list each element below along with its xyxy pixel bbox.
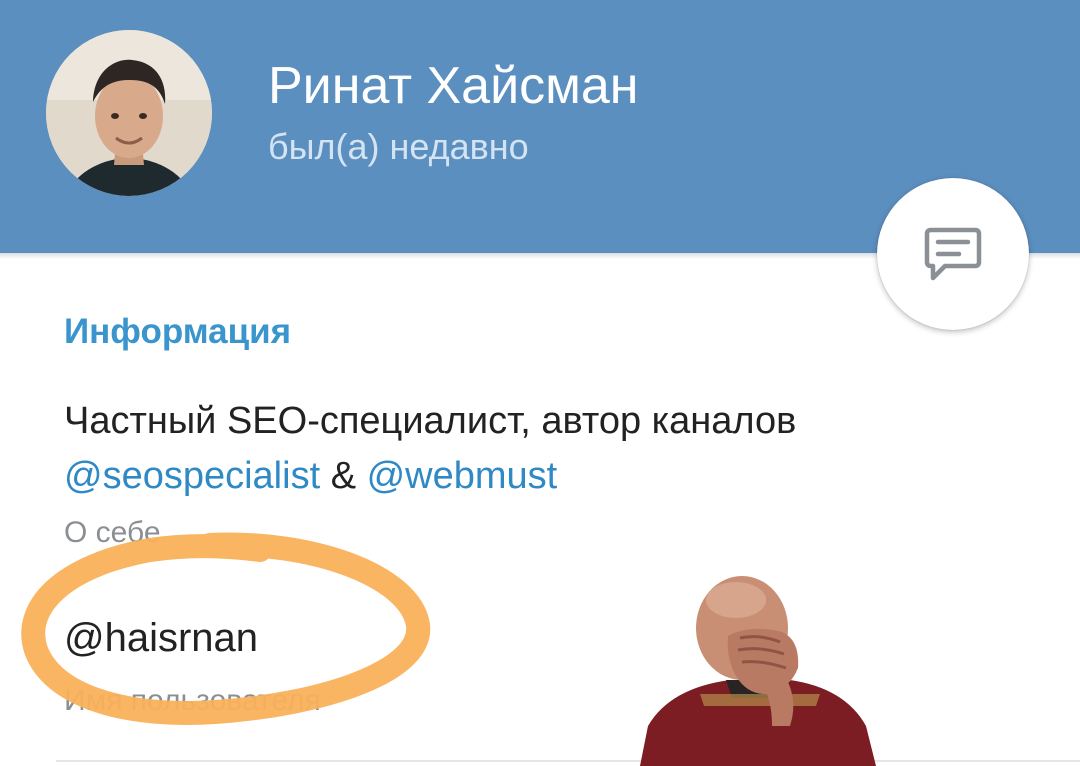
info-section-title: Информация [64, 312, 292, 351]
divider [56, 760, 1080, 762]
profile-name: Ринат Хайсман [268, 57, 639, 115]
username-caption: Имя пользователя [64, 684, 321, 717]
bio-caption: О себе [64, 516, 161, 549]
bio-text: Частный SEO-специалист, автор каналов @s… [64, 394, 1024, 504]
message-icon [924, 227, 982, 281]
avatar[interactable] [46, 30, 212, 196]
send-message-button[interactable] [877, 178, 1029, 330]
channel-link-seospecialist[interactable]: @seospecialist [64, 455, 320, 497]
profile-screen: Ринат Хайсман был(а) недавно Информация … [0, 0, 1080, 766]
last-seen-status: был(а) недавно [268, 126, 529, 167]
avatar-photo [46, 30, 212, 196]
bio-separator: & [320, 455, 367, 497]
bio-description: Частный SEO-специалист, автор каналов [64, 400, 797, 442]
facepalm-sticker [640, 576, 876, 766]
username-value[interactable]: @haisrnan [64, 616, 258, 661]
channel-link-webmust[interactable]: @webmust [367, 455, 558, 497]
